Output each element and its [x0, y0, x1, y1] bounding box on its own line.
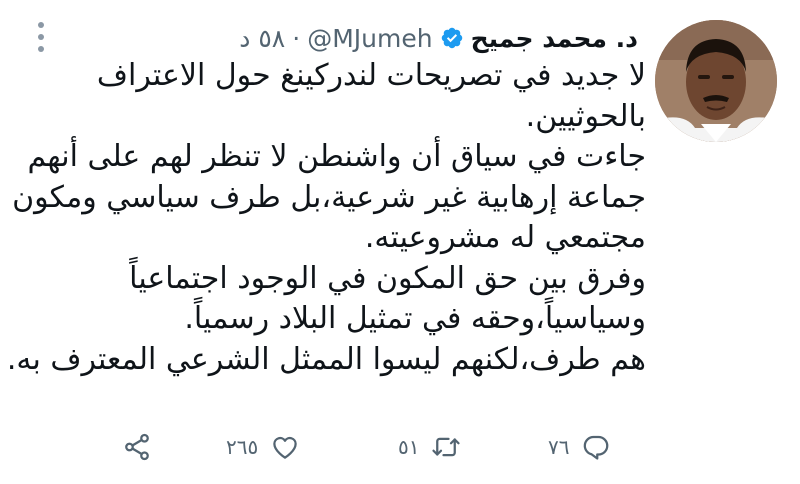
heart-icon [273, 436, 297, 459]
tweet-line: بالحوثيين. [525, 98, 646, 134]
share-icon [125, 433, 149, 461]
tweet-line: جاءت في سياق أن واشنطن لا تنظر لهم على أ… [27, 139, 646, 174]
like-button[interactable]: ٢٦٥ [226, 424, 300, 470]
tweet-line: لا جديد في تصريحات لندركينغ حول الاعتراف [96, 58, 646, 93]
retweet-icon [432, 437, 461, 457]
share-button[interactable] [122, 424, 152, 470]
like-count: ٢٦٥ [226, 435, 259, 459]
avatar[interactable] [655, 20, 777, 142]
retweet-count: ٥١ [398, 435, 420, 459]
tweet-text: لا جديد في تصريحات لندركينغ حول الاعتراف… [6, 56, 646, 380]
tweet-line: هم طرف،لكنهم ليسوا الممثل الشرعي المعترف… [6, 341, 646, 377]
tweet-header: د. محمد جميح @MJumeh · ٥٨ د [239, 20, 638, 56]
reply-icon [584, 435, 609, 460]
tweet-line: وسياسياً،وحقه في تمثيل البلاد رسمياً. [184, 301, 646, 336]
avatar-photo [655, 20, 777, 142]
retweet-button[interactable]: ٥١ [398, 424, 461, 470]
timestamp[interactable]: ٥٨ د [239, 24, 285, 53]
verified-badge-icon [441, 27, 462, 49]
reply-count: ٧٦ [548, 435, 570, 459]
separator-dot: · [292, 23, 301, 53]
tweet-line: وفرق بين حق المكون في الوجود اجتماعياً [129, 260, 646, 296]
tweet-line: مجتمعي له مشروعيته. [364, 220, 646, 255]
user-handle[interactable]: @MJumeh [307, 24, 432, 53]
tweet-card[interactable]: د. محمد جميح @MJumeh · ٥٨ د لا جديد في ت… [0, 0, 800, 484]
more-options-icon[interactable] [32, 22, 50, 52]
tweet-line: جماعة إرهابية غير شرعية،بل طرف سياسي ومك… [12, 179, 646, 215]
action-bar: ٧٦ ٥١ ٢٦٥ [0, 424, 800, 470]
reply-button[interactable]: ٧٦ [548, 424, 611, 470]
display-name[interactable]: د. محمد جميح [471, 24, 638, 53]
